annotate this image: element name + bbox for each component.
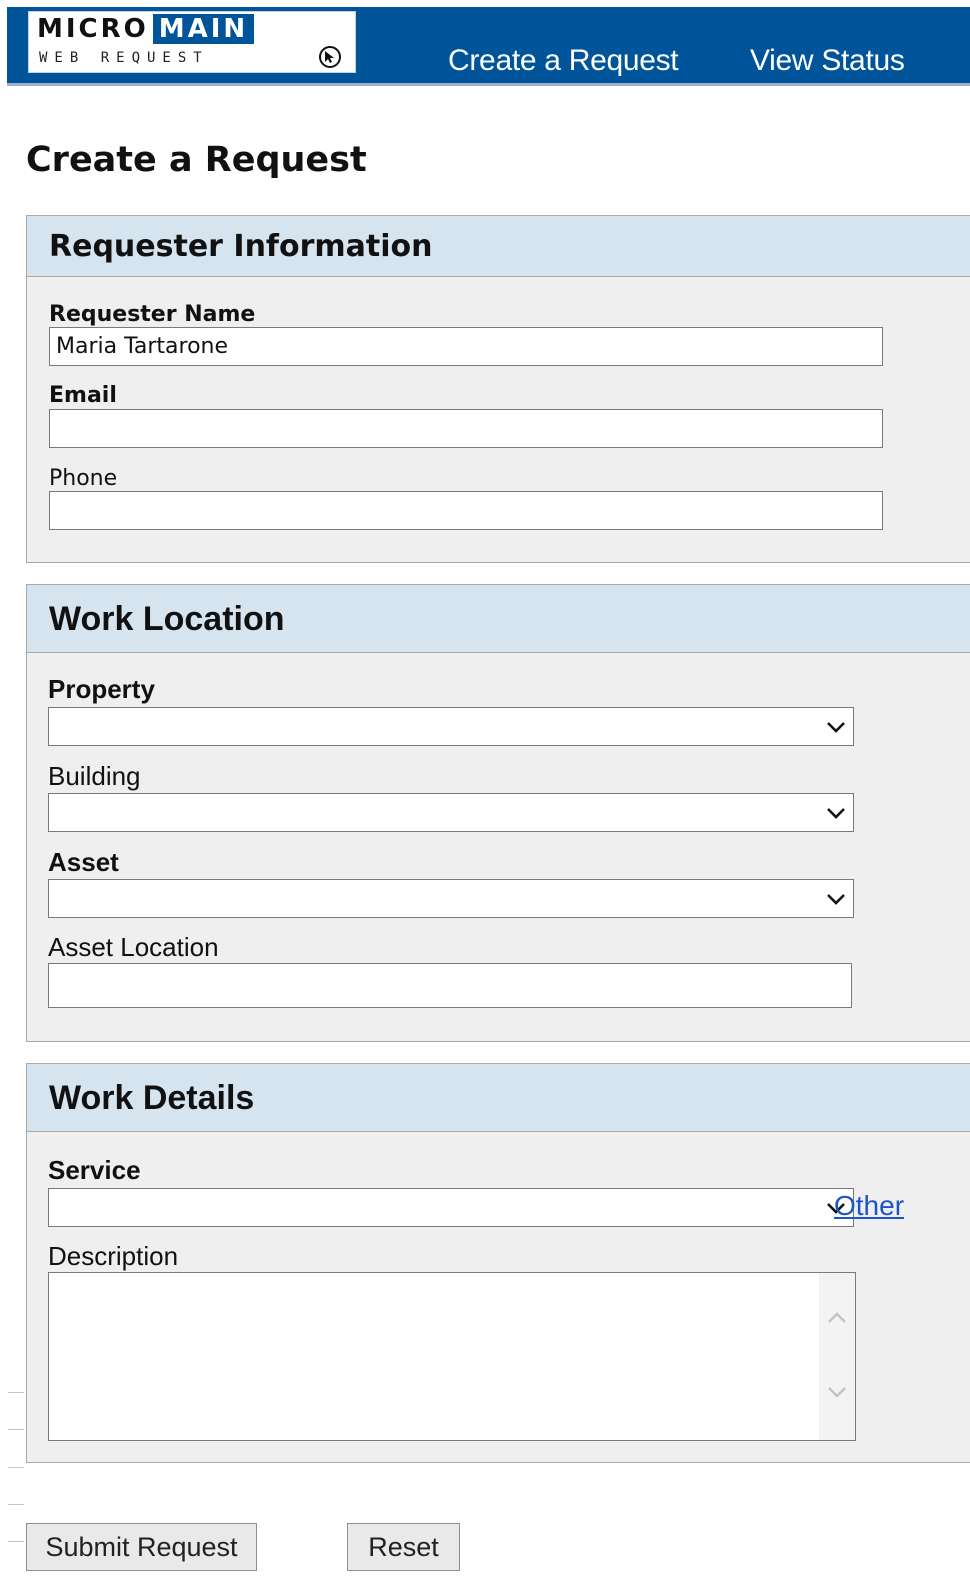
building-label: Building (48, 761, 141, 791)
chevron-down-icon (827, 894, 845, 905)
email-label: Email (49, 383, 117, 408)
top-nav-bar: MICRO MAIN WEB REQUEST Create a Request … (7, 7, 970, 86)
nav-view-status[interactable]: View Status (750, 43, 905, 79)
phone-field[interactable] (49, 491, 883, 530)
scroll-up-icon[interactable] (825, 1306, 849, 1330)
scroll-down-icon[interactable] (825, 1380, 849, 1404)
service-select[interactable] (48, 1188, 854, 1227)
property-label: Property (48, 674, 155, 704)
other-service-link[interactable]: Other (834, 1189, 904, 1223)
phone-label: Phone (49, 466, 118, 491)
nav-create-request[interactable]: Create a Request (448, 43, 679, 79)
description-scrollbar[interactable] (819, 1273, 855, 1440)
asset-select[interactable] (48, 879, 854, 918)
requester-information-heading: Requester Information (27, 216, 970, 277)
work-location-panel: Work Location Property Building Asset As… (26, 584, 970, 1042)
asset-location-label: Asset Location (48, 932, 219, 962)
asset-location-field[interactable] (48, 963, 852, 1008)
reset-button[interactable]: Reset (347, 1523, 460, 1571)
description-label: Description (48, 1241, 179, 1271)
requester-information-panel: Requester Information Requester Name Ema… (26, 215, 970, 563)
description-textarea[interactable] (48, 1272, 856, 1441)
service-label: Service (48, 1155, 141, 1185)
asset-label: Asset (48, 847, 119, 877)
requester-name-field[interactable] (49, 327, 883, 366)
email-field[interactable] (49, 409, 883, 448)
cursor-icon (319, 46, 341, 68)
work-location-heading: Work Location (27, 585, 970, 653)
micromain-logo[interactable]: MICRO MAIN WEB REQUEST (28, 11, 356, 73)
property-select[interactable] (48, 707, 854, 746)
submit-request-button[interactable]: Submit Request (26, 1523, 257, 1571)
chevron-down-icon (827, 808, 845, 819)
logo-wordmark: MICRO MAIN (35, 14, 255, 44)
page-title: Create a Request (26, 140, 367, 180)
building-select[interactable] (48, 793, 854, 832)
logo-word-micro: MICRO (37, 14, 149, 44)
chevron-down-icon (827, 722, 845, 733)
logo-subtitle: WEB REQUEST (39, 50, 209, 66)
logo-word-main: MAIN (152, 14, 255, 44)
work-details-panel: Work Details Service Description (26, 1063, 970, 1463)
work-details-heading: Work Details (27, 1064, 970, 1132)
requester-name-label: Requester Name (49, 302, 256, 327)
